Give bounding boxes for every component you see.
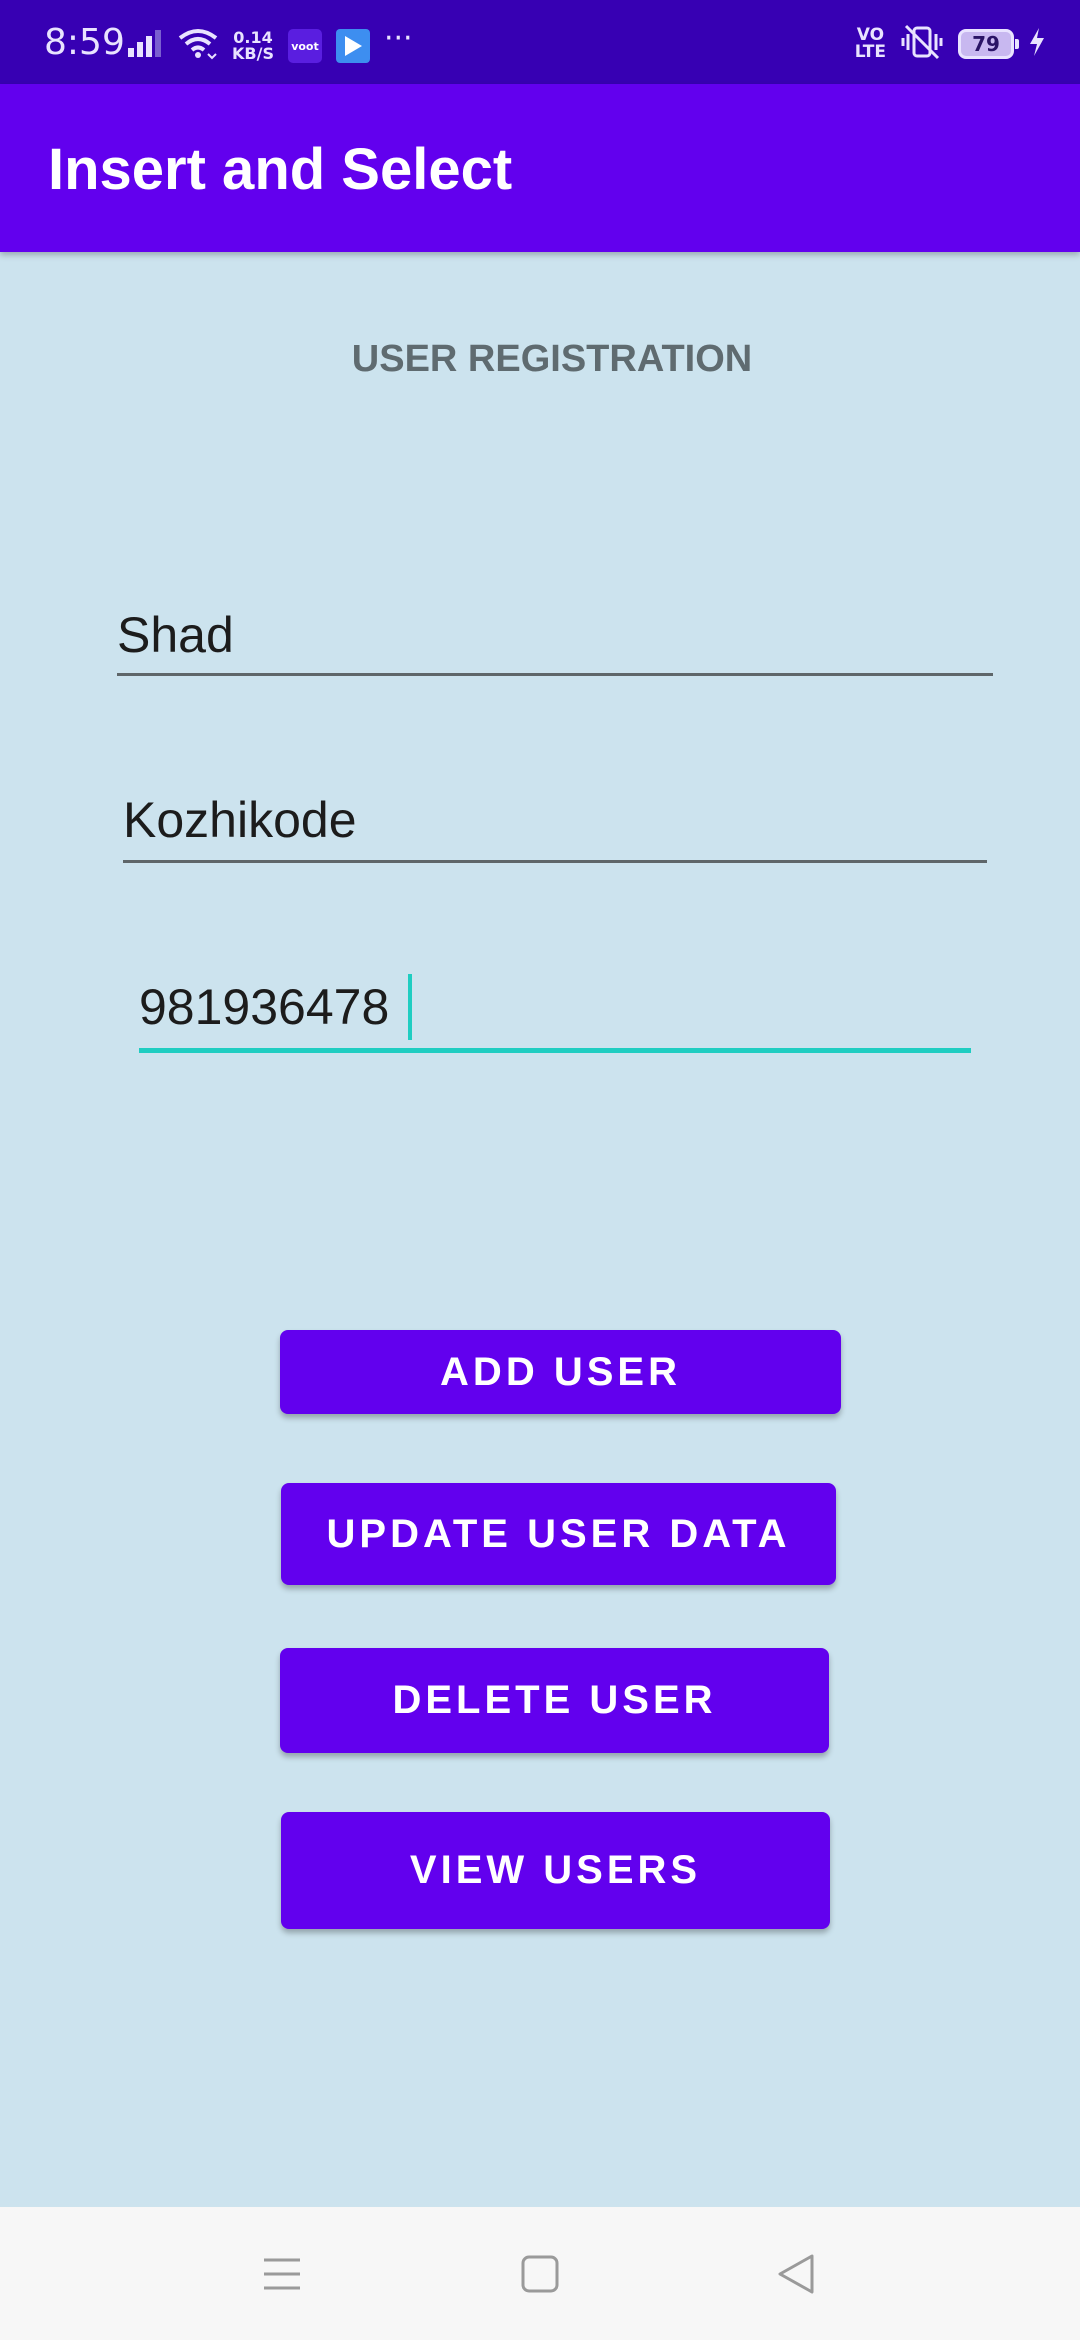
delete-user-button[interactable]: DELETE USER [280,1648,829,1753]
battery-level: 79 [972,32,1000,56]
phone-input[interactable] [139,966,971,1053]
vibrate-mute-icon [900,24,944,65]
more-dots-icon: ··· [383,21,413,56]
voot-app-icon: voot [287,29,322,63]
back-icon[interactable] [736,2207,856,2340]
play-store-icon [335,29,370,63]
view-users-button[interactable]: VIEW USERS [281,1812,830,1929]
volte-icon: VO LTE [855,27,886,61]
status-bar: 8:59 0.14 KB/S voot ··· VO LTE 79 [0,0,1080,84]
update-user-data-button[interactable]: UPDATE USER DATA [281,1483,836,1585]
wifi-icon [178,28,218,65]
net-speed-unit: KB/S [232,44,274,63]
volte-bottom-label: LTE [854,42,886,62]
app-title: Insert and Select [48,137,513,202]
status-icons-left: 0.14 KB/S voot ··· [128,21,413,66]
home-icon[interactable] [480,2207,600,2340]
status-time: 8:59 [44,22,125,63]
place-input[interactable] [123,779,987,863]
menu-icon[interactable] [222,2207,342,2340]
signal-icon [128,29,164,63]
text-cursor [408,974,412,1040]
system-nav-bar [0,2207,1080,2340]
charging-bolt-icon [1028,27,1046,61]
net-speed-indicator: 0.14 KB/S [232,30,274,62]
battery-icon: 79 [958,29,1019,59]
voot-label: voot [291,39,319,53]
status-icons-right: VO LTE 79 [855,24,1046,64]
app-bar: Insert and Select [0,84,1080,252]
add-user-button[interactable]: ADD USER [280,1330,841,1414]
name-input[interactable] [117,596,993,676]
form-heading: USER REGISTRATION [351,338,753,380]
